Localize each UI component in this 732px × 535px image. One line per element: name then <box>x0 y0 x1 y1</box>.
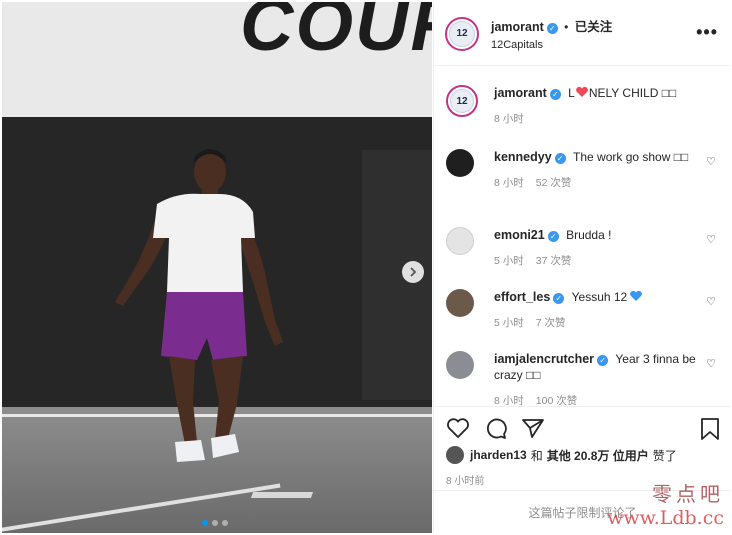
comment-body: iamjalencrutcher ✓ Year 3 finna be crazy … <box>494 351 700 405</box>
comment-likes[interactable]: 100 次赞 <box>536 395 577 405</box>
author-avatar[interactable]: 12 <box>445 16 479 51</box>
comment-body: emoni21 ✓ Brudda ! 5 小时 37 次赞 <box>494 227 700 269</box>
comment-time[interactable]: 5 小时 <box>494 255 524 267</box>
comment-username[interactable]: effort_les <box>494 290 550 304</box>
follow-status-button[interactable]: 已关注 <box>575 20 613 34</box>
blue-heart-icon <box>630 290 643 301</box>
caption-item: 12 jamorant ✓ L NELY CHILD □□ 8 小时 <box>446 85 716 127</box>
like-icon[interactable] <box>446 417 470 439</box>
avatar-image: 12 <box>450 89 474 113</box>
caption-time[interactable]: 8 小时 <box>494 113 524 125</box>
comment-meta: 8 小时 100 次赞 <box>494 393 700 405</box>
verified-icon: ✓ <box>546 23 558 34</box>
like-comment-icon[interactable]: ♡ <box>706 357 716 370</box>
caption-meta: 8 小时 <box>494 111 700 127</box>
comment-likes[interactable]: 37 次赞 <box>536 255 572 267</box>
comment-likes[interactable]: 7 次赞 <box>536 317 566 329</box>
liker-username[interactable]: jharden13 <box>470 448 527 462</box>
wall-lettering: COUR <box>240 2 432 66</box>
caption-text-start: L <box>568 86 575 100</box>
avatar-image: 12 <box>449 20 475 47</box>
chevron-right-icon <box>410 267 417 277</box>
verified-icon: ✓ <box>553 293 565 304</box>
likes-suffix: 赞了 <box>652 448 677 463</box>
share-icon[interactable] <box>521 417 545 439</box>
save-icon[interactable] <box>700 417 720 441</box>
comment-username[interactable]: emoni21 <box>494 228 545 242</box>
comment-likes[interactable]: 52 次赞 <box>536 177 572 189</box>
author-meta: jamorant ✓ • 已关注 12Capitals <box>491 16 612 51</box>
like-comment-icon[interactable]: ♡ <box>706 295 716 308</box>
commenter-avatar[interactable] <box>446 149 474 177</box>
action-bar <box>434 406 731 446</box>
comment-text: Yessuh 12 <box>571 290 628 304</box>
more-options-icon[interactable]: ••• <box>696 22 718 43</box>
post-location[interactable]: 12Capitals <box>491 39 612 51</box>
comment-item: iamjalencrutcher ✓ Year 3 finna be crazy … <box>446 351 716 405</box>
like-comment-icon[interactable]: ♡ <box>706 155 716 168</box>
carousel-dot <box>212 520 218 526</box>
carousel-dot <box>222 520 228 526</box>
site-watermark: 零点吧 www.Ldb.cc <box>607 478 724 529</box>
next-image-button[interactable] <box>402 261 424 283</box>
comment-meta: 8 小时 52 次赞 <box>494 175 700 191</box>
comment-username[interactable]: kennedyy <box>494 150 552 164</box>
comment-text: The work go show □□ <box>573 150 689 164</box>
caption-text-end: NELY CHILD □□ <box>588 86 677 100</box>
post-time[interactable]: 8 小时前 <box>446 472 484 487</box>
comment-item: effort_les ✓ Yessuh 12 5 小时 7 次赞 ♡ <box>446 289 716 331</box>
comment-meta: 5 小时 7 次赞 <box>494 315 700 331</box>
verified-icon: ✓ <box>597 355 609 366</box>
comment-item: kennedyy ✓ The work go show □□ 8 小时 52 次赞 … <box>446 149 716 191</box>
liker-avatar[interactable] <box>446 446 464 464</box>
comment-item: emoni21 ✓ Brudda ! 5 小时 37 次赞 ♡ <box>446 227 716 269</box>
comment-username[interactable]: iamjalencrutcher <box>494 352 594 366</box>
post-photo[interactable]: COUR <box>2 2 432 533</box>
red-heart-icon <box>575 86 588 97</box>
likes-and: 和 <box>530 448 543 463</box>
author-username[interactable]: jamorant <box>491 20 544 34</box>
comment-text: Brudda ! <box>566 228 612 242</box>
likes-count-link[interactable]: 其他 20.8万 位用户 <box>547 447 649 464</box>
commenter-avatar[interactable] <box>446 227 474 255</box>
comment-meta: 5 小时 37 次赞 <box>494 253 700 269</box>
verified-icon: ✓ <box>547 231 559 242</box>
caption-username[interactable]: jamorant <box>494 86 547 100</box>
post-header: 12 jamorant ✓ • 已关注 12Capitals ••• <box>434 2 730 66</box>
comment-icon[interactable] <box>484 417 508 439</box>
follow-separator: • <box>564 20 569 34</box>
likes-summary: jharden13 和 其他 20.8万 位用户 赞了 <box>446 446 677 464</box>
watermark-url: www.Ldb.cc <box>607 507 724 529</box>
comment-time[interactable]: 8 小时 <box>494 395 524 405</box>
comment-time[interactable]: 8 小时 <box>494 177 524 189</box>
verified-icon: ✓ <box>554 153 566 164</box>
comment-body: effort_les ✓ Yessuh 12 5 小时 7 次赞 <box>494 289 700 331</box>
comment-time[interactable]: 5 小时 <box>494 317 524 329</box>
commenter-avatar[interactable] <box>446 351 474 379</box>
watermark-cn: 零点吧 <box>652 482 724 506</box>
verified-icon: ✓ <box>549 89 561 100</box>
like-comment-icon[interactable]: ♡ <box>706 233 716 246</box>
caption-body: jamorant ✓ L NELY CHILD □□ 8 小时 <box>494 85 700 127</box>
comment-body: kennedyy ✓ The work go show □□ 8 小时 52 次赞 <box>494 149 700 191</box>
commenter-avatar[interactable] <box>446 289 474 317</box>
carousel-dot-active <box>202 520 208 526</box>
caption-avatar[interactable]: 12 <box>446 85 478 117</box>
comments-list: 12 jamorant ✓ L NELY CHILD □□ 8 小时 kennedy… <box>434 67 731 405</box>
post-sidebar: 12 jamorant ✓ • 已关注 12Capitals ••• 12 jam… <box>433 2 731 533</box>
carousel-indicator <box>202 520 228 526</box>
player-figure <box>115 149 283 462</box>
